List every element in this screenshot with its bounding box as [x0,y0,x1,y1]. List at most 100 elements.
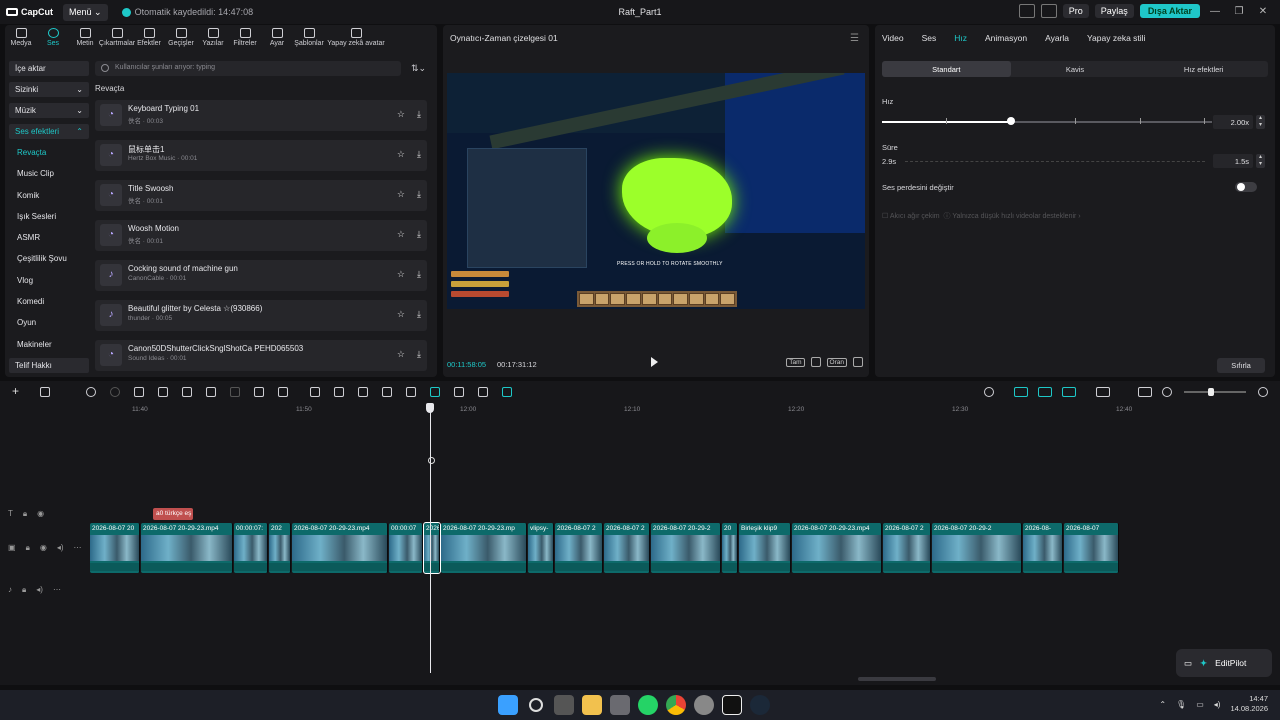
screenshot-icon[interactable] [478,387,488,397]
video-clip[interactable]: 2026-08-07 20-29-2 [932,523,1022,573]
favorite-icon[interactable]: ☆ [397,349,405,360]
resize-icon[interactable] [454,387,464,397]
tab-ai-avatar[interactable]: Yapay zekâ avatar [325,25,387,53]
sidebar-subitem[interactable]: Işık Sesleri [9,209,89,224]
add-icon[interactable]: + [12,384,22,398]
speaker-icon[interactable]: ◂) [57,543,64,553]
video-clip[interactable]: 202 [269,523,291,573]
ai-icon[interactable] [406,387,416,397]
sidebar-item-sound-effects[interactable]: Ses efektleri ⌃ [9,124,89,139]
pro-button[interactable]: Pro [1062,4,1089,18]
layout-icon[interactable] [1018,4,1035,18]
reverse-icon[interactable] [334,387,344,397]
hamburger-icon[interactable]: ☰ [850,33,859,44]
favorite-icon[interactable]: ☆ [397,109,405,120]
full-button[interactable]: Tam [786,357,805,367]
tab-effects[interactable]: Efektler [133,25,165,53]
video-clip[interactable]: 2026-08-07 20-29-2 [651,523,721,573]
volume-icon[interactable]: ◂) [1214,700,1221,709]
tracks-area[interactable]: a0 türkçe eş 2026-08-07 20 2026-08-07 20-… [90,417,1280,677]
duration-stepper[interactable]: ▴ ▾ [1256,154,1265,168]
speed-stepper[interactable]: ▴ ▾ [1256,115,1265,129]
split-left-icon[interactable] [158,387,168,397]
playhead[interactable] [430,403,431,673]
speed-mode-tab[interactable]: Standart [882,61,1011,77]
download-icon[interactable]: ⤓ [417,149,421,160]
sidebar-subitem[interactable]: Music Clip [9,166,89,181]
captions-icon[interactable] [1138,387,1152,397]
undo-icon[interactable] [86,387,96,397]
sidebar-subitem[interactable]: Makineler [9,337,89,352]
export-button[interactable]: Dışa Aktar [1139,4,1200,18]
sidebar-subitem[interactable]: Komik [9,188,89,203]
tab-sticker[interactable]: Çıkartmalar [99,25,135,53]
tab-filters[interactable]: Filtreler [229,25,261,53]
video-clip[interactable]: 2026-08-07 2 [555,523,603,573]
sidebar-subitem[interactable]: ASMR [9,230,89,245]
tab-properties[interactable]: Yapay zeka stili [1087,33,1145,43]
video-clip[interactable]: Birleşik klip9 [739,523,791,573]
list-item[interactable]: ◔ 鼠标单击1 Hertz Box Music · 00:01 ☆ ⤓ [95,140,427,171]
microphone-icon[interactable] [984,387,994,397]
sidebar-item-copyright[interactable]: Telif Hakkı [9,357,89,373]
horizontal-scrollbar[interactable] [858,677,936,681]
clock[interactable]: 14:47 14.08.2026 [1230,694,1268,714]
favorite-icon[interactable]: ☆ [397,269,405,280]
mirror-icon[interactable] [278,387,288,397]
sidebar-item-music[interactable]: Müzik ⌄ [9,103,89,118]
video-clip[interactable]: 2026 [423,522,441,574]
time-ruler[interactable]: 11:40 11:50 12:00 12:10 12:20 12:30 12:40 [90,403,1280,417]
maximize-icon[interactable]: ❐ [1230,6,1248,17]
redo-icon[interactable] [110,387,120,397]
link-main-icon[interactable] [1014,387,1028,397]
video-clip[interactable]: 2026-08-07 20-29-23.mp4 [792,523,882,573]
shortcuts-icon[interactable] [1040,4,1057,18]
download-icon[interactable]: ⤓ [417,269,421,280]
speed-value[interactable]: 2.00x [1213,115,1253,129]
video-clip[interactable]: 2026-08-07 20-29-23.mp [441,523,527,573]
download-icon[interactable]: ⤓ [417,349,421,360]
microphone-icon[interactable]: 🎙︎ [1176,700,1186,709]
split-icon[interactable] [134,387,144,397]
sidebar-subitem[interactable]: Revaçta [9,145,89,160]
fullscreen-icon[interactable] [853,357,863,367]
video-clip[interactable]: 2026-08-07 2 [604,523,650,573]
import-button[interactable]: İçe aktar [9,61,89,76]
video-clip[interactable]: 2026-08-07 20 [90,523,140,573]
speed-slider-knob[interactable] [1006,117,1015,125]
magic-icon[interactable] [430,387,440,397]
steam-icon[interactable] [750,695,770,715]
play-icon[interactable] [651,357,658,367]
link-audio-icon[interactable] [1038,387,1052,397]
zoom-slider[interactable] [1184,388,1246,396]
more-icon[interactable]: ⋯ [74,543,82,553]
select-icon[interactable] [40,387,50,397]
preview-axis-icon[interactable] [1096,387,1110,397]
video-clip[interactable]: 20 [722,523,738,573]
video-preview[interactable]: PRESS OR HOLD TO ROTATE SMOOTHLY [447,73,865,309]
tab-properties[interactable]: Animasyon [985,33,1027,43]
freeze-icon[interactable] [310,387,320,397]
audio-sync-icon[interactable] [502,387,512,397]
tab-adjust[interactable]: Ayar [261,25,293,53]
tab-transitions[interactable]: Geçişler [165,25,197,53]
tab-media[interactable]: Medya [5,25,37,53]
video-clip[interactable]: 2026-08-07 2 [883,523,931,573]
tab-audio[interactable]: Ses [37,25,69,53]
windows-start-icon[interactable] [498,695,518,715]
file-explorer-icon[interactable] [582,695,602,715]
zoom-out-icon[interactable] [1162,387,1172,397]
store-icon[interactable] [610,695,630,715]
playhead-handle[interactable] [426,403,434,413]
video-clip[interactable]: 00:00:07: [234,523,268,573]
sidebar-subitem[interactable]: Oyun [9,315,89,330]
list-item[interactable]: ♪ Beautiful glitter by Celesta ☆(930866) t… [95,300,427,331]
eye-icon[interactable]: ◉ [37,509,44,519]
video-clip[interactable]: 2026-08-07 20-29-23.mp4 [141,523,233,573]
steam-notify-icon[interactable] [694,695,714,715]
duration-value[interactable]: 1.5s [1213,154,1253,168]
crop-icon[interactable] [810,357,821,367]
network-icon[interactable]: ▭ [1196,700,1204,709]
speed-curve-icon[interactable] [358,387,368,397]
reset-button[interactable]: Sıfırla [1217,358,1265,373]
